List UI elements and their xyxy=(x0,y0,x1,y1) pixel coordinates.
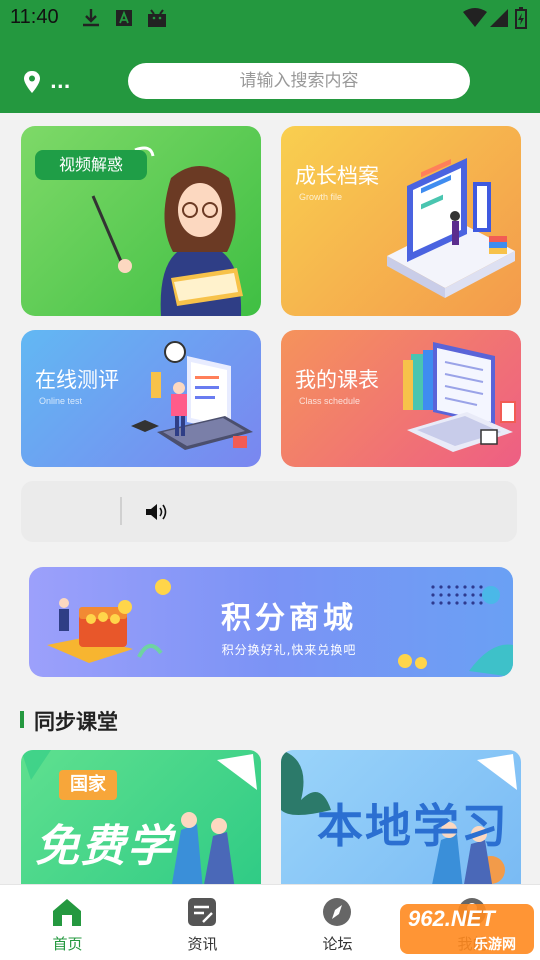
notice-divider xyxy=(120,497,122,525)
news-icon xyxy=(188,898,216,926)
class-schedule-subtitle: Class schedule xyxy=(299,396,361,406)
growth-file-title: 成长档案 xyxy=(295,164,379,188)
course-card-free[interactable]: 国家 免费学 xyxy=(21,750,261,890)
search-input[interactable] xyxy=(128,63,470,99)
online-test-title: 在线测评 xyxy=(35,368,119,392)
class-schedule-illustration xyxy=(403,342,516,452)
nav-forum[interactable]: 论坛 xyxy=(270,885,405,960)
nav-home[interactable]: 首页 xyxy=(0,885,135,960)
card-online-test[interactable]: 在线测评 Online test xyxy=(21,330,261,467)
points-mall-banner[interactable]: 积分商城 积分换好礼,快来兑换吧 xyxy=(29,567,513,677)
card-class-schedule[interactable]: 我的课表 Class schedule xyxy=(281,330,521,467)
local-course-title: 本地学习 xyxy=(317,799,509,853)
growth-file-subtitle: Growth file xyxy=(299,192,343,202)
nav-news[interactable]: 资讯 xyxy=(135,885,270,960)
video-qa-title: 视频解惑 xyxy=(35,150,147,180)
free-course-title: 免费学 xyxy=(35,821,173,872)
signal-icon xyxy=(490,9,508,27)
online-test-subtitle: Online test xyxy=(39,396,83,406)
card-growth-file[interactable]: 成长档案 Growth file xyxy=(281,126,521,316)
nav-news-label: 资讯 xyxy=(187,935,218,953)
class-schedule-title: 我的课表 xyxy=(295,368,379,392)
free-course-tag: 国家 xyxy=(59,770,117,800)
online-test-illustration xyxy=(131,341,253,450)
location-pin-icon[interactable] xyxy=(22,70,42,94)
wifi-icon xyxy=(463,8,487,27)
watermark-sub: 乐游网 xyxy=(474,937,516,953)
section-accent-bar xyxy=(20,711,24,728)
notice-bar[interactable] xyxy=(21,481,517,542)
status-bar: 11:40 xyxy=(0,0,540,36)
mall-subtitle: 积分换好礼,快来兑换吧 xyxy=(221,643,357,657)
battery-icon xyxy=(515,7,527,29)
site-watermark: 962.NET 乐游网 xyxy=(398,900,536,956)
speaker-icon xyxy=(146,504,167,520)
app-header: 11:40 ... xyxy=(0,0,540,113)
card-video-qa[interactable]: 视频解惑 xyxy=(21,126,261,316)
mall-title: 积分商城 xyxy=(221,601,357,636)
section-title: 同步课堂 xyxy=(34,710,118,734)
compass-icon xyxy=(323,898,351,926)
home-icon xyxy=(53,899,81,926)
android-icon xyxy=(148,9,166,27)
download-icon xyxy=(83,9,99,27)
font-a-icon xyxy=(116,10,132,26)
nav-home-label: 首页 xyxy=(52,935,83,953)
course-card-local[interactable]: 本地学习 xyxy=(281,750,521,890)
growth-file-illustration xyxy=(387,158,515,298)
location-text[interactable]: ... xyxy=(50,72,71,93)
status-time: 11:40 xyxy=(10,6,59,28)
watermark-brand: 962.NET xyxy=(408,906,495,931)
nav-forum-label: 论坛 xyxy=(322,935,353,953)
